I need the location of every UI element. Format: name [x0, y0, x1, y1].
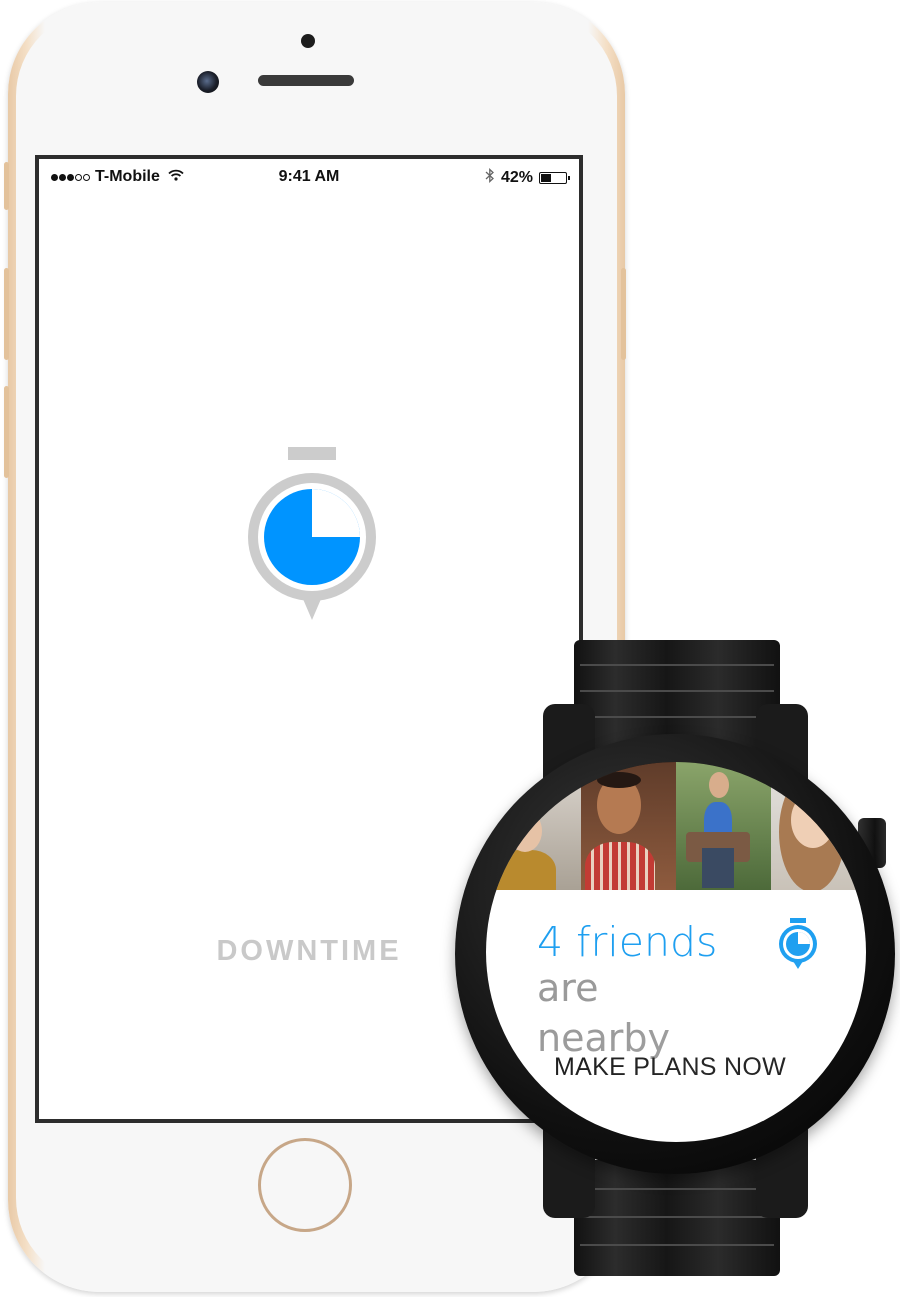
friends-photo-strip	[486, 762, 866, 890]
bluetooth-icon	[485, 167, 495, 188]
stopwatch-icon	[235, 447, 385, 637]
strap-link	[580, 690, 774, 692]
home-button[interactable]	[258, 1138, 352, 1232]
volume-down-button	[4, 386, 9, 478]
power-button	[621, 268, 626, 360]
friend-photo-2[interactable]	[581, 762, 676, 890]
earpiece-speaker	[258, 75, 354, 86]
make-plans-button[interactable]: MAKE PLANS NOW	[554, 1053, 786, 1082]
friend-photo-4[interactable]	[771, 762, 866, 890]
friend-photo-3[interactable]	[676, 762, 771, 890]
strap-link	[580, 664, 774, 666]
strap-link	[580, 1244, 774, 1246]
status-bar: T-Mobile 9:41 AM 42%	[39, 159, 579, 193]
strap-link	[580, 1216, 774, 1218]
strap-link	[580, 1188, 774, 1190]
notification-headline: 4 friends	[537, 918, 718, 966]
status-right: 42%	[485, 167, 570, 188]
strap-link	[580, 716, 774, 718]
notification-card[interactable]: 4 friends are nearby MAKE PLANS NOW	[486, 890, 866, 1142]
stopwatch-icon	[776, 918, 820, 970]
volume-up-button	[4, 268, 9, 360]
watch-screen: 4 friends are nearby MAKE PLANS NOW	[486, 762, 866, 1142]
watch-strap-bottom	[574, 1160, 780, 1276]
front-camera	[197, 71, 219, 93]
battery-icon	[539, 172, 570, 184]
battery-percent: 42%	[500, 169, 533, 186]
mute-switch	[4, 162, 9, 210]
friend-photo-1[interactable]	[486, 762, 581, 890]
notification-line-2: are	[537, 966, 599, 1010]
proximity-sensor	[301, 34, 315, 48]
